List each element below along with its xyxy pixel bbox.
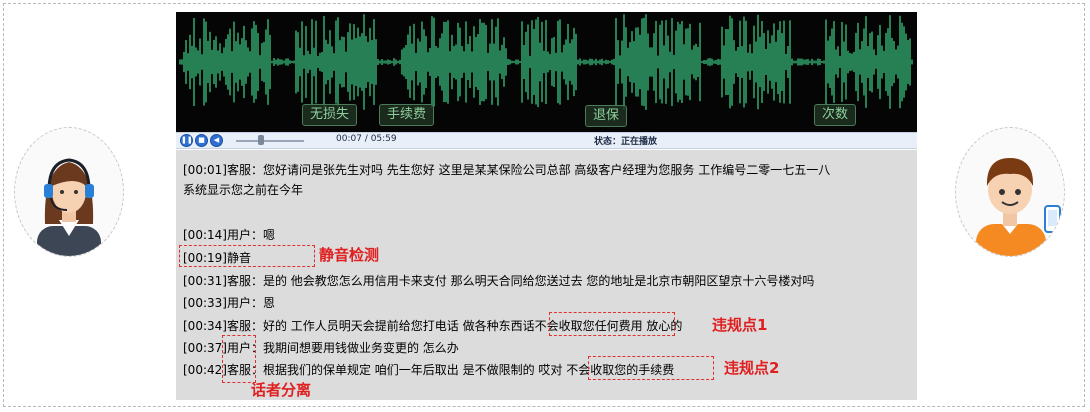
progress-thumb[interactable] bbox=[258, 135, 264, 145]
pause-icon[interactable]: ❚❚ bbox=[180, 134, 193, 147]
waveform-tag-surrender: 退保 bbox=[585, 105, 628, 127]
user-avatar bbox=[955, 127, 1065, 257]
playback-status: 状态：正在播放 bbox=[594, 137, 658, 147]
waveform-tag-fee: 手续费 bbox=[379, 104, 435, 126]
transcript-panel: [00:01]客服：您好请问是张先生对吗 先生您好 这里是某某保险公司总部 高级… bbox=[176, 150, 917, 400]
transcript-line: [00:31]客服：是的 他会教您怎么用信用卡来支付 那么明天合同给您送过去 您… bbox=[183, 274, 815, 288]
transcript-line: 系统显示您之前在今年 bbox=[183, 183, 304, 197]
violation2-label: 违规点2 bbox=[724, 359, 780, 377]
volume-icon[interactable]: ◀ bbox=[210, 134, 223, 147]
playback-time: 00:07 / 05:59 bbox=[336, 134, 397, 144]
audio-player-bar: ❚❚ ■ ◀ 00:07 / 05:59 状态：正在播放 bbox=[176, 132, 917, 149]
silence-highlight-box bbox=[179, 245, 315, 267]
silence-detection-label: 静音检测 bbox=[319, 246, 380, 264]
violation1-label: 违规点1 bbox=[712, 316, 768, 334]
waveform-tag-count: 次数 bbox=[814, 104, 857, 126]
agent-avatar bbox=[14, 127, 124, 257]
speaker-separation-label: 话者分离 bbox=[251, 381, 312, 399]
speaker-highlight-box bbox=[222, 335, 256, 383]
stop-icon[interactable]: ■ bbox=[195, 134, 208, 147]
transcript-line: [00:01]客服：您好请问是张先生对吗 先生您好 这里是某某保险公司总部 高级… bbox=[183, 163, 831, 177]
transcript-line: [00:14]用户：嗯 bbox=[183, 228, 275, 242]
progress-track[interactable] bbox=[236, 140, 304, 142]
violation1-highlight-box bbox=[549, 312, 675, 336]
waveform-svg bbox=[179, 14, 913, 110]
waveform-display: 无损失 手续费 退保 次数 bbox=[176, 12, 917, 132]
transcript-line: [00:33]用户：恩 bbox=[183, 296, 275, 310]
waveform-tag-no-loss: 无损失 bbox=[302, 104, 358, 126]
violation2-highlight-box bbox=[588, 356, 714, 380]
